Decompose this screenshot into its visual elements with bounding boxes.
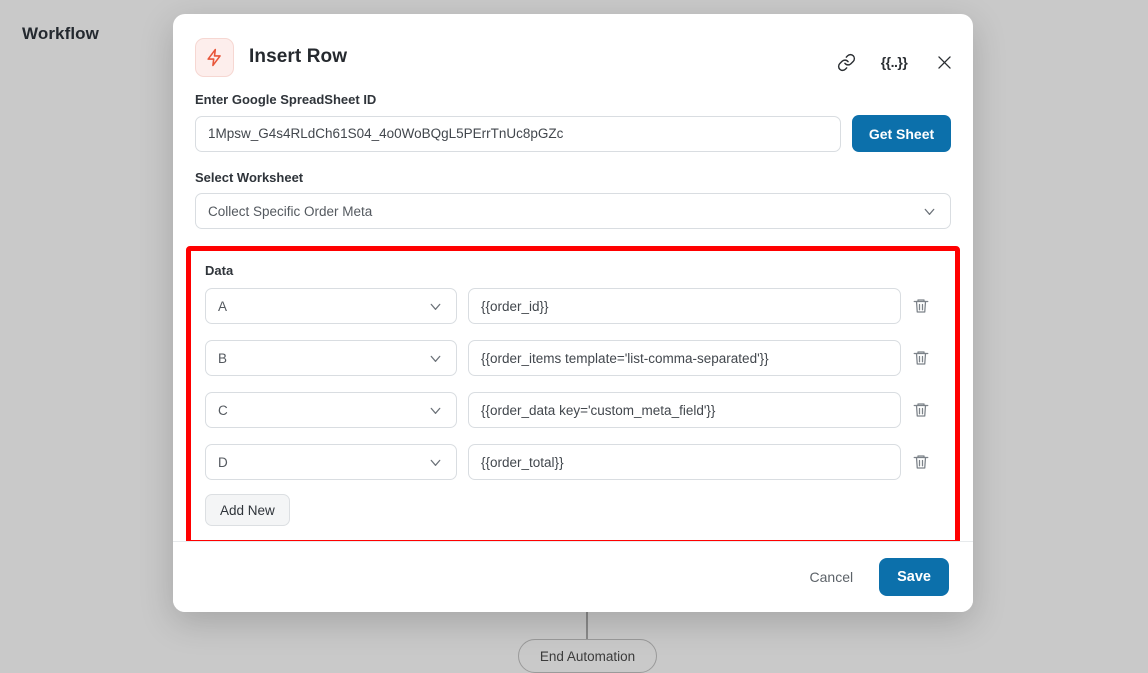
data-row-column-value: A xyxy=(218,299,227,314)
lightning-bolt-icon xyxy=(195,38,234,77)
chevron-down-icon xyxy=(427,350,444,367)
spreadsheet-id-row: 1Mpsw_G4s4RLdCh61S04_4o0WoBQgL5PErrTnUc8… xyxy=(195,115,951,152)
data-row-column-select[interactable]: B xyxy=(205,340,457,376)
chevron-down-icon xyxy=(921,203,938,220)
delete-row-icon[interactable] xyxy=(901,297,941,315)
data-section-highlight: Data A {{order_id}} xyxy=(186,246,960,545)
dialog-header: Insert Row {{..}} xyxy=(173,14,973,92)
merge-tag-label: {{..}} xyxy=(881,54,908,70)
save-button[interactable]: Save xyxy=(879,558,949,596)
data-row-value-input[interactable]: {{order_total}} xyxy=(468,444,901,480)
chevron-down-icon xyxy=(427,402,444,419)
data-row-column-select[interactable]: C xyxy=(205,392,457,428)
chevron-down-icon xyxy=(427,454,444,471)
data-section-label: Data xyxy=(205,263,941,278)
dialog-title: Insert Row xyxy=(249,46,347,68)
worksheet-block: Select Worksheet Collect Specific Order … xyxy=(195,170,951,229)
table-row: A {{order_id}} xyxy=(205,288,941,324)
cancel-button[interactable]: Cancel xyxy=(806,563,858,591)
data-row-column-select[interactable]: A xyxy=(205,288,457,324)
data-row-column-select[interactable]: D xyxy=(205,444,457,480)
data-row-value-input[interactable]: {{order_data key='custom_meta_field'}} xyxy=(468,392,901,428)
data-row-value-input[interactable]: {{order_id}} xyxy=(468,288,901,324)
data-row-column-value: D xyxy=(218,455,228,470)
delete-row-icon[interactable] xyxy=(901,401,941,419)
worksheet-label: Select Worksheet xyxy=(195,170,951,185)
add-new-button[interactable]: Add New xyxy=(205,494,290,526)
table-row: B {{order_items template='list-comma-sep… xyxy=(205,340,941,376)
get-sheet-button[interactable]: Get Sheet xyxy=(852,115,951,152)
chevron-down-icon xyxy=(427,298,444,315)
delete-row-icon[interactable] xyxy=(901,453,941,471)
spreadsheet-id-label: Enter Google SpreadSheet ID xyxy=(195,92,951,107)
data-section: Data A {{order_id}} xyxy=(191,251,955,540)
table-row: C {{order_data key='custom_meta_field'}} xyxy=(205,392,941,428)
link-icon[interactable] xyxy=(831,47,861,77)
data-row-column-value: C xyxy=(218,403,228,418)
spreadsheet-id-block: Enter Google SpreadSheet ID 1Mpsw_G4s4RL… xyxy=(195,92,951,152)
close-icon[interactable] xyxy=(929,47,959,77)
table-row: D {{order_total}} xyxy=(205,444,941,480)
page-title: Workflow xyxy=(22,24,99,44)
data-row-column-value: B xyxy=(218,351,227,366)
worksheet-selected-value: Collect Specific Order Meta xyxy=(208,204,372,219)
merge-tag-icon[interactable]: {{..}} xyxy=(879,47,909,77)
end-node-label: End Automation xyxy=(540,649,635,664)
insert-row-dialog: Insert Row {{..}} Enter Google SpreadShe… xyxy=(173,14,973,612)
worksheet-select[interactable]: Collect Specific Order Meta xyxy=(195,193,951,229)
dialog-footer: Cancel Save xyxy=(173,541,973,612)
dialog-body: Enter Google SpreadSheet ID 1Mpsw_G4s4RL… xyxy=(173,92,973,545)
delete-row-icon[interactable] xyxy=(901,349,941,367)
spreadsheet-id-input[interactable]: 1Mpsw_G4s4RLdCh61S04_4o0WoBQgL5PErrTnUc8… xyxy=(195,116,841,152)
data-row-value-input[interactable]: {{order_items template='list-comma-separ… xyxy=(468,340,901,376)
